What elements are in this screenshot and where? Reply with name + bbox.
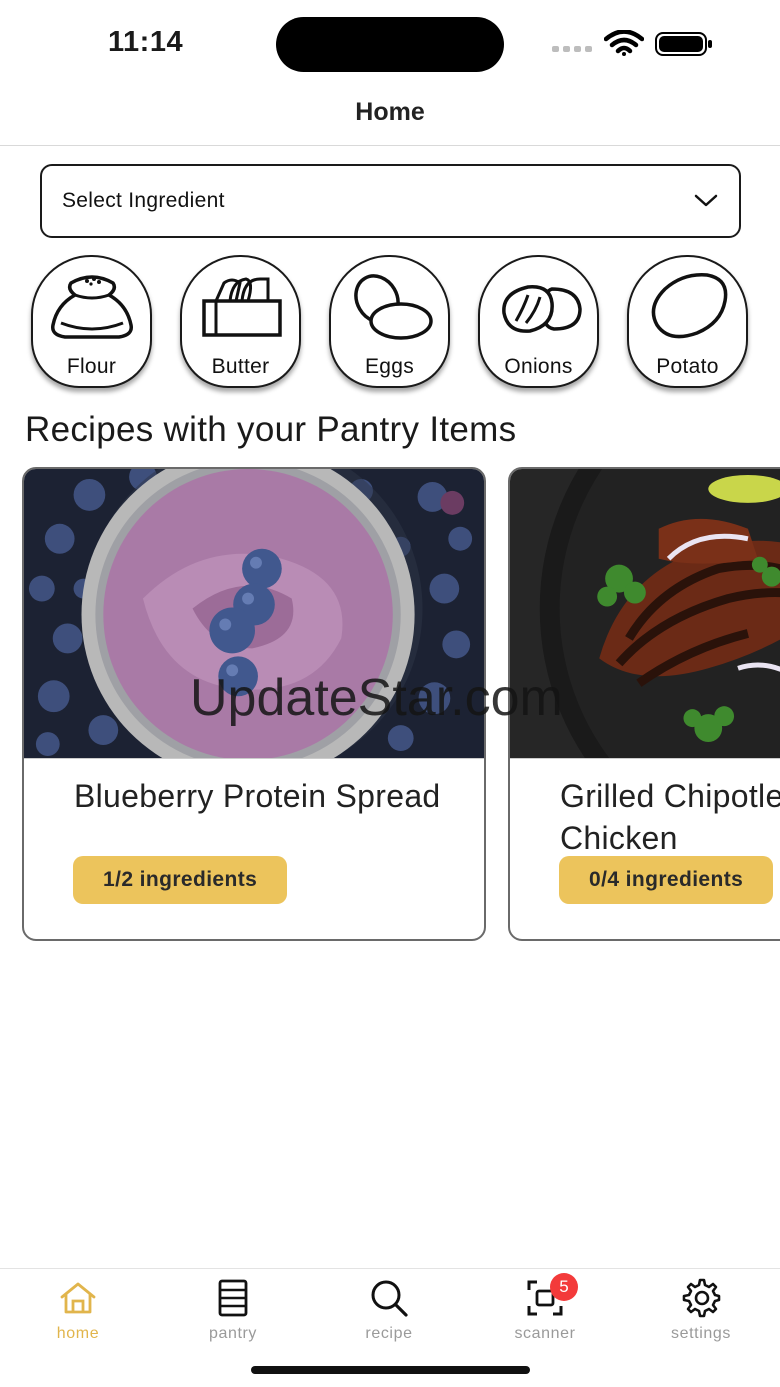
status-bar: 11:14 — [0, 0, 780, 88]
ingredient-chip-potato[interactable]: Potato — [627, 255, 748, 388]
pantry-icon — [218, 1279, 248, 1317]
home-indicator — [251, 1366, 530, 1374]
recipe-title: Blueberry Protein Spread — [74, 778, 441, 814]
ingredient-chip-flour[interactable]: Flour — [31, 255, 152, 388]
tab-label: settings — [671, 1325, 731, 1342]
ingredients-count-badge: 1/2 ingredients — [73, 856, 288, 904]
battery-icon — [655, 32, 712, 56]
ingredient-chip-butter[interactable]: Butter — [180, 255, 301, 388]
recipe-image-blueberry-spread — [24, 469, 484, 759]
recipe-card[interactable]: Grilled Chipotle Cola BBQ Chicken 0/4 in… — [508, 467, 780, 941]
chevron-down-icon — [694, 194, 718, 207]
tab-recipe[interactable]: recipe — [334, 1277, 444, 1343]
recipe-image-grilled-chicken — [510, 469, 780, 759]
butter-icon — [201, 277, 282, 337]
page-title: Home — [355, 98, 425, 126]
ingredient-chip-eggs[interactable]: Eggs — [329, 255, 450, 388]
ingredient-chip-label: Onions — [504, 355, 573, 378]
ingredient-chip-label: Butter — [211, 355, 270, 378]
potato-icon — [651, 273, 727, 339]
ingredient-select[interactable]: Select Ingredient — [40, 164, 741, 238]
onion-icon — [501, 285, 582, 333]
eggs-icon — [353, 274, 433, 340]
tab-pantry[interactable]: pantry — [178, 1277, 288, 1343]
ingredient-chips: Flour Butter Eggs Onions Potato — [31, 255, 780, 388]
home-icon — [60, 1282, 96, 1314]
tab-scanner[interactable]: 5 scanner — [490, 1273, 600, 1343]
tab-label: home — [56, 1325, 100, 1342]
tab-label: pantry — [208, 1325, 258, 1342]
recipe-carousel[interactable]: Blueberry Protein Spread 1/2 ingredients — [22, 467, 780, 947]
tab-label: scanner — [514, 1325, 576, 1342]
ingredient-chip-label: Potato — [656, 355, 719, 378]
tab-label: recipe — [365, 1325, 413, 1342]
recipe-card[interactable]: Blueberry Protein Spread 1/2 ingredients — [22, 467, 486, 941]
cellular-signal-icon — [552, 46, 592, 52]
ingredient-chip-onions[interactable]: Onions — [478, 255, 599, 388]
dynamic-island — [276, 17, 504, 72]
recipe-title: Grilled Chipotle Cola BBQ Chicken — [560, 778, 780, 856]
flour-sack-icon — [50, 275, 133, 339]
tab-home[interactable]: home — [23, 1277, 133, 1343]
wifi-icon — [604, 30, 644, 56]
nav-header: Home — [0, 88, 780, 146]
tab-settings[interactable]: settings — [646, 1277, 756, 1343]
status-time: 11:14 — [108, 26, 184, 58]
ingredient-select-label: Select Ingredient — [62, 189, 225, 212]
notification-badge: 5 — [550, 1273, 578, 1301]
ingredients-count-badge: 0/4 ingredients — [559, 856, 774, 904]
section-title: Recipes with your Pantry Items — [25, 410, 517, 449]
search-icon — [371, 1280, 408, 1317]
ingredient-chip-label: Eggs — [364, 355, 415, 378]
gear-icon — [682, 1278, 721, 1318]
ingredient-chip-label: Flour — [66, 355, 117, 378]
